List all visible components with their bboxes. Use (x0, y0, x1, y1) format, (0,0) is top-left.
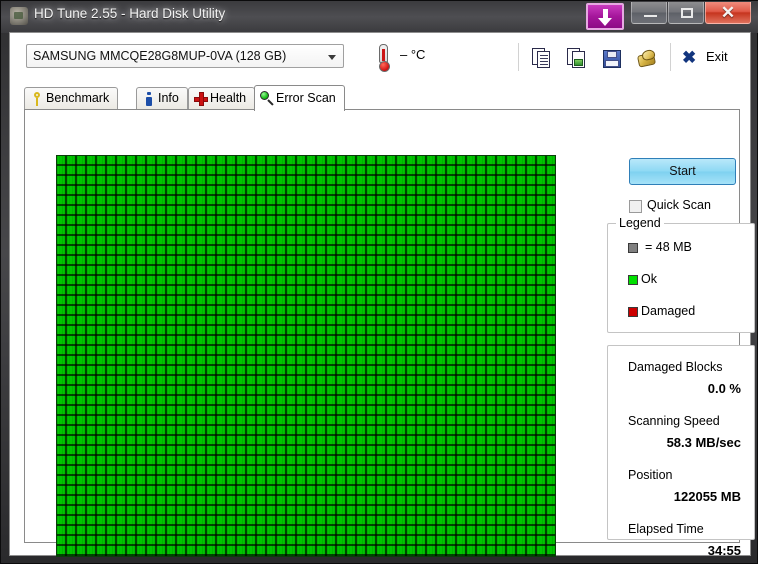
save-icon[interactable] (600, 47, 624, 71)
tab-benchmark[interactable]: Benchmark (24, 87, 119, 109)
legend-swatch-damaged (628, 307, 638, 317)
exit-x-icon: ✖ (682, 48, 697, 67)
legend-label-ok: Ok (641, 272, 657, 286)
copy-icon[interactable] (530, 47, 554, 71)
close-button[interactable]: ✕ (705, 2, 751, 24)
copy-image-thumbnail (574, 59, 583, 66)
drive-select-value: SAMSUNG MMCQE28G8MUP-0VA (128 GB) (33, 49, 287, 63)
download-update-badge-icon[interactable] (586, 3, 624, 30)
block-map[interactable] (56, 155, 556, 557)
minimize-button[interactable] (631, 2, 667, 24)
legend-swatch-ok (628, 275, 638, 285)
tab-error-scan-label: Error Scan (276, 91, 336, 105)
app-icon (10, 7, 28, 25)
temperature-value: – °C (400, 47, 426, 62)
toolbar-divider-2 (670, 43, 671, 71)
tab-health-label: Health (210, 91, 247, 105)
statistics-group: Damaged Blocks 0.0 % Scanning Speed 58.3… (607, 345, 755, 558)
exit-button[interactable]: ✖ Exit (682, 46, 744, 72)
toolbar: SAMSUNG MMCQE28G8MUP-0VA (128 GB) – °C ✖… (10, 33, 750, 85)
exit-label: Exit (706, 49, 728, 64)
maximize-button[interactable] (668, 2, 704, 24)
drive-select-dropdown[interactable]: SAMSUNG MMCQE28G8MUP-0VA (128 GB) (26, 44, 344, 68)
stat-label-position: Position (628, 468, 673, 482)
stat-value-position: 122055 MB (673, 489, 741, 504)
start-button[interactable]: Start (629, 158, 736, 185)
tab-error-scan[interactable]: Error Scan (254, 85, 345, 111)
gold-disc-icon[interactable] (635, 47, 659, 71)
error-scan-sidebar: Start Quick Scan Legend = 48 MB Ok Damag… (593, 110, 755, 558)
chevron-down-icon (328, 55, 336, 60)
title-bar: HD Tune 2.55 - Hard Disk Utility ✕ (1, 1, 758, 33)
tab-info-label: Info (158, 91, 179, 105)
thermometer-icon (379, 44, 390, 72)
legend-label-unscanned: = 48 MB (645, 240, 692, 254)
thermometer-bulb (379, 61, 390, 72)
quick-scan-row[interactable]: Quick Scan (629, 198, 741, 216)
floppy-shutter (607, 51, 617, 58)
error-scan-panel: Start Quick Scan Legend = 48 MB Ok Damag… (24, 109, 755, 558)
minimize-icon (644, 15, 657, 17)
stat-label-scanning-speed: Scanning Speed (628, 414, 720, 428)
key-icon (30, 92, 44, 106)
tab-strip: Benchmark Info Health Error Scan (24, 85, 740, 111)
copy-page-front (537, 51, 550, 68)
client-area: SAMSUNG MMCQE28G8MUP-0VA (128 GB) – °C ✖… (9, 32, 755, 558)
maximize-icon (681, 8, 693, 18)
floppy-label (605, 60, 619, 67)
drive-select-separator (322, 46, 323, 67)
close-icon: ✕ (720, 3, 736, 22)
temperature-indicator: – °C (373, 41, 463, 75)
legend-group: Legend = 48 MB Ok Damaged (607, 216, 755, 333)
download-arrow-icon (598, 9, 612, 26)
tab-health[interactable]: Health (188, 87, 256, 109)
stat-label-elapsed-time: Elapsed Time (628, 522, 704, 536)
block-map-texture (57, 156, 555, 556)
copy-image-icon[interactable] (565, 47, 589, 71)
red-cross-icon (194, 92, 208, 106)
info-icon (142, 92, 156, 106)
legend-label-damaged: Damaged (641, 304, 696, 318)
tab-benchmark-label: Benchmark (46, 91, 110, 105)
legend-swatch-unscanned (628, 243, 638, 253)
stat-value-scanning-speed: 58.3 MB/sec (666, 435, 741, 450)
quick-scan-checkbox[interactable] (629, 200, 642, 213)
stat-label-damaged-blocks: Damaged Blocks (628, 360, 723, 374)
toolbar-divider (518, 43, 519, 71)
stat-value-damaged-blocks: 0.0 % (707, 381, 741, 396)
window-title: HD Tune 2.55 - Hard Disk Utility (34, 6, 226, 21)
tab-info[interactable]: Info (136, 87, 188, 109)
application-window: HD Tune 2.55 - Hard Disk Utility ✕ SAMSU… (0, 0, 758, 564)
thermometer-mercury (382, 49, 385, 61)
stat-value-elapsed-time: 34:55 (707, 543, 741, 558)
legend-title: Legend (616, 216, 664, 230)
magnifier-icon (260, 91, 274, 106)
quick-scan-label: Quick Scan (647, 198, 711, 212)
